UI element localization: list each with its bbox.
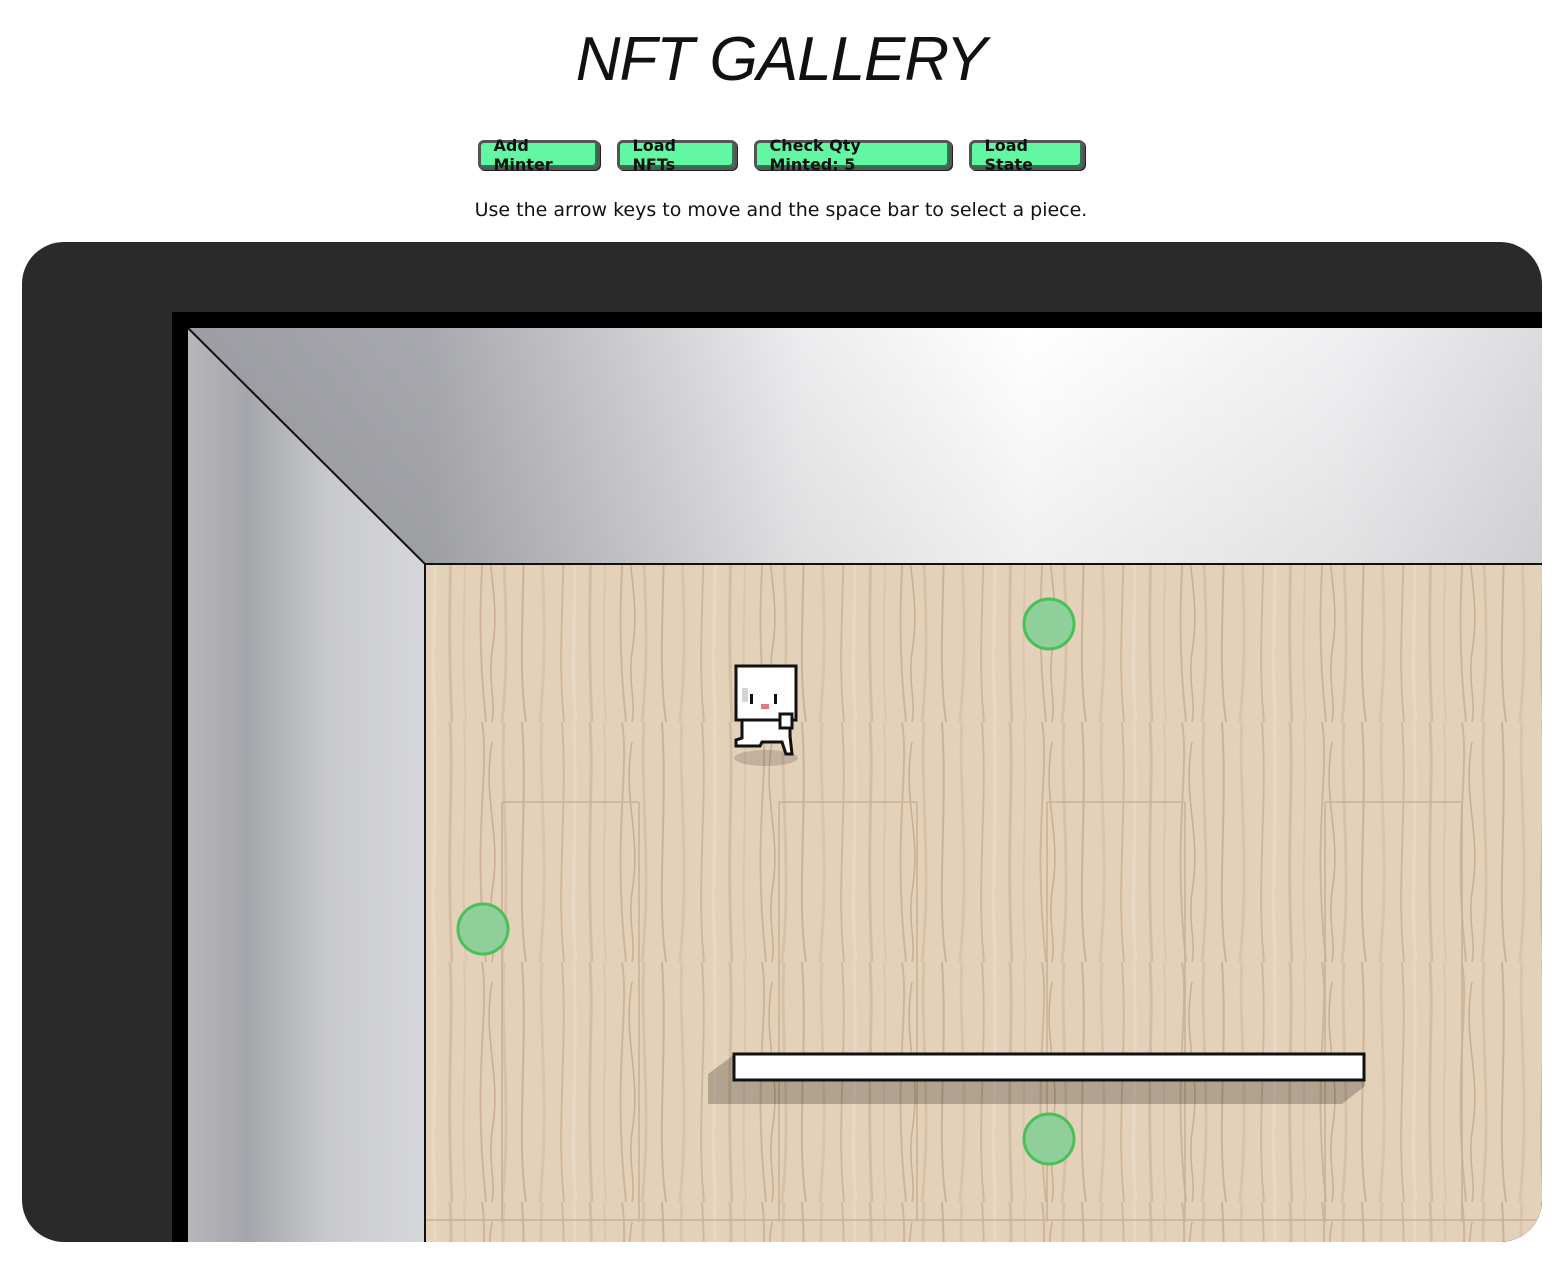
load-nfts-button[interactable]: Load NFTs	[616, 136, 737, 174]
load-state-button[interactable]: Load State	[968, 136, 1085, 174]
page-title: NFT GALLERY	[575, 25, 987, 94]
check-qty-minted-button[interactable]: Check Qty Minted: 5	[753, 136, 952, 174]
add-minter-button[interactable]: Add Minter	[477, 136, 600, 174]
game-scene	[172, 312, 1542, 1242]
wood-floor	[425, 564, 1542, 1242]
marker-top	[1022, 597, 1076, 651]
bench-icon	[732, 1052, 1366, 1082]
toolbar: Add Minter Load NFTs Check Qty Minted: 5…	[0, 136, 1562, 174]
instructions-text: Use the arrow keys to move and the space…	[474, 199, 1088, 221]
game-canvas[interactable]	[22, 242, 1542, 1242]
marker-left	[456, 902, 510, 956]
marker-bottom	[1022, 1112, 1076, 1166]
